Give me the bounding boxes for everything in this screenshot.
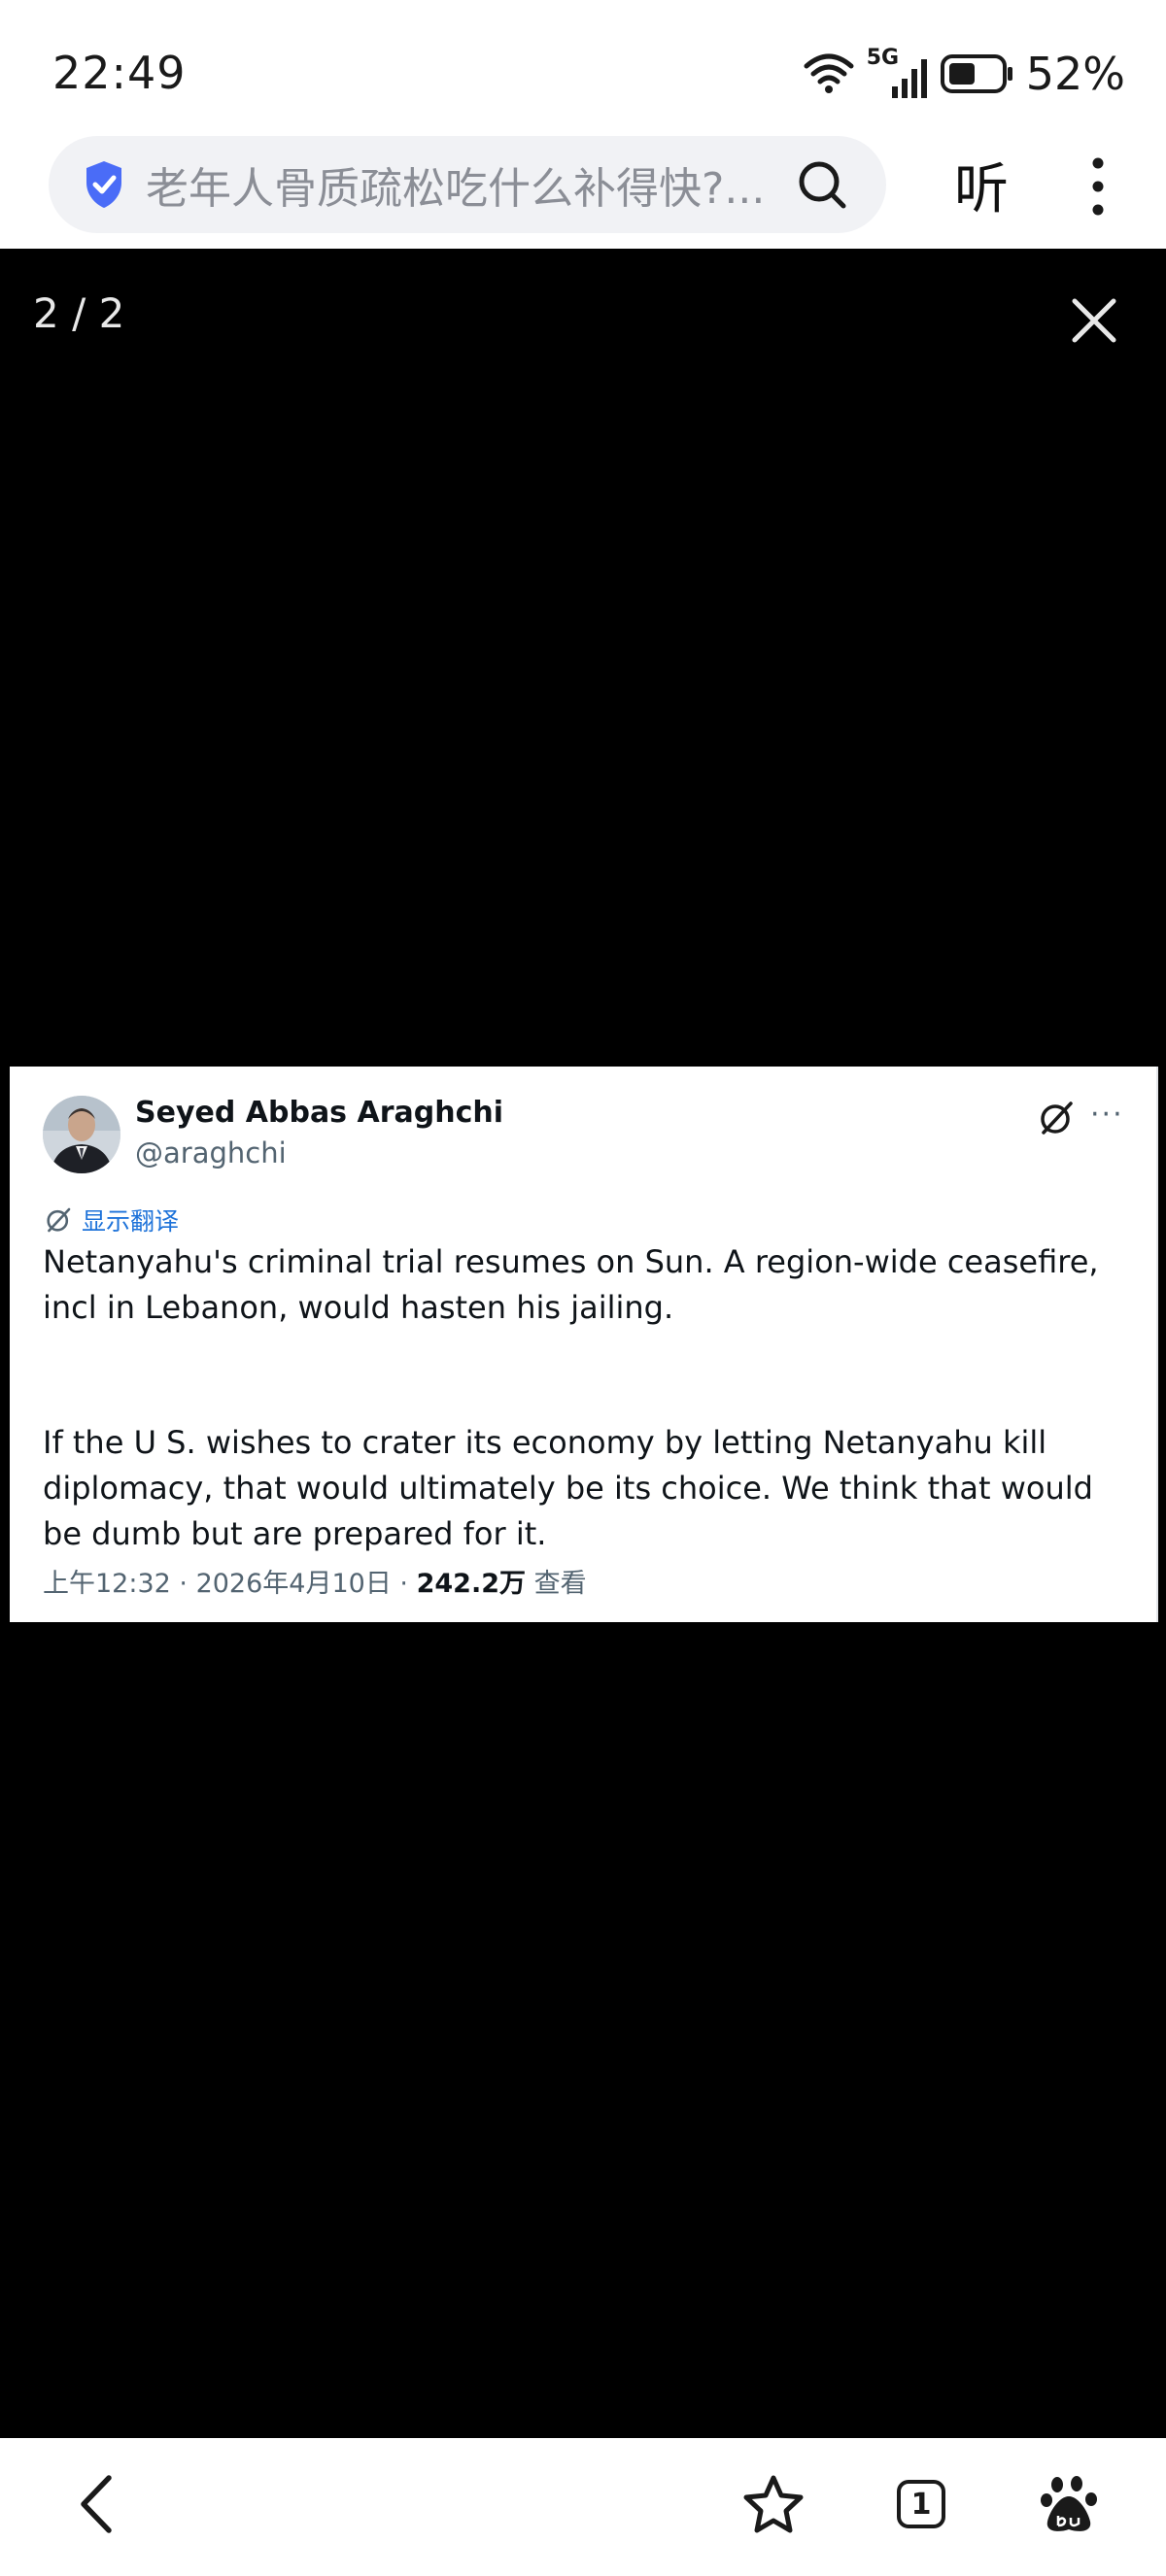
signal-bars-icon	[891, 59, 927, 98]
wifi-icon	[804, 53, 854, 93]
shield-check-icon	[82, 158, 126, 211]
back-icon[interactable]	[60, 2467, 134, 2541]
baidu-paw-icon[interactable]	[1032, 2467, 1106, 2541]
more-options-icon[interactable]	[1079, 150, 1117, 223]
address-text[interactable]: 老年人骨质疏松吃什么补得快?...	[146, 153, 777, 216]
tweet-time: 上午12:32	[43, 1569, 171, 1599]
status-indicators: 5G 52%	[803, 46, 1125, 101]
bookmark-star-icon[interactable]	[737, 2467, 810, 2541]
view-label: 查看	[533, 1569, 587, 1599]
tabs-button[interactable]: 1	[884, 2467, 958, 2541]
listen-button[interactable]: 听	[954, 146, 1009, 224]
more-icon: ···	[1090, 1098, 1124, 1132]
tweet-text-paragraph-1: Netanyahu's criminal trial resumes on Su…	[43, 1243, 1099, 1326]
battery-percent: 52%	[1025, 48, 1125, 100]
image-viewer[interactable]: 2 / 2 Seyed Abbas Araghchi @araghchi ···…	[0, 249, 1166, 2438]
bottom-navigation: 1	[0, 2438, 1166, 2576]
translate-icon	[47, 1207, 71, 1233]
view-count: 242.2万	[416, 1569, 526, 1599]
grok-icon	[1038, 1100, 1075, 1136]
address-bar[interactable]: 老年人骨质疏松吃什么补得快?...	[49, 136, 886, 233]
status-time: 22:49	[52, 47, 187, 99]
cellular-signal-icon: 5G	[867, 46, 929, 98]
author-handle: @araghchi	[135, 1136, 287, 1169]
image-counter: 2 / 2	[33, 289, 125, 337]
status-bar: 22:49 5G 52%	[0, 0, 1166, 136]
separator: ·	[179, 1569, 196, 1599]
search-icon[interactable]	[793, 155, 851, 214]
tweet-card: Seyed Abbas Araghchi @araghchi ··· 显示翻译 …	[10, 1067, 1158, 1622]
separator: ·	[399, 1569, 417, 1599]
avatar	[43, 1096, 120, 1173]
close-icon[interactable]	[1065, 291, 1123, 350]
tweet-text-paragraph-2: If the U S. wishes to crater its economy…	[43, 1424, 1093, 1552]
tweet-date: 2026年4月10日	[195, 1569, 392, 1599]
browser-toolbar: 老年人骨质疏松吃什么补得快?... 听	[0, 136, 1166, 249]
tab-count: 1	[897, 2480, 945, 2528]
translate-label: 显示翻译	[82, 1207, 180, 1236]
show-translation: 显示翻译	[45, 1203, 179, 1237]
author-name: Seyed Abbas Araghchi	[135, 1096, 503, 1130]
battery-icon	[940, 54, 1012, 93]
tweet-meta: 上午12:32 · 2026年4月10日 · 242.2万 查看	[43, 1562, 587, 1600]
